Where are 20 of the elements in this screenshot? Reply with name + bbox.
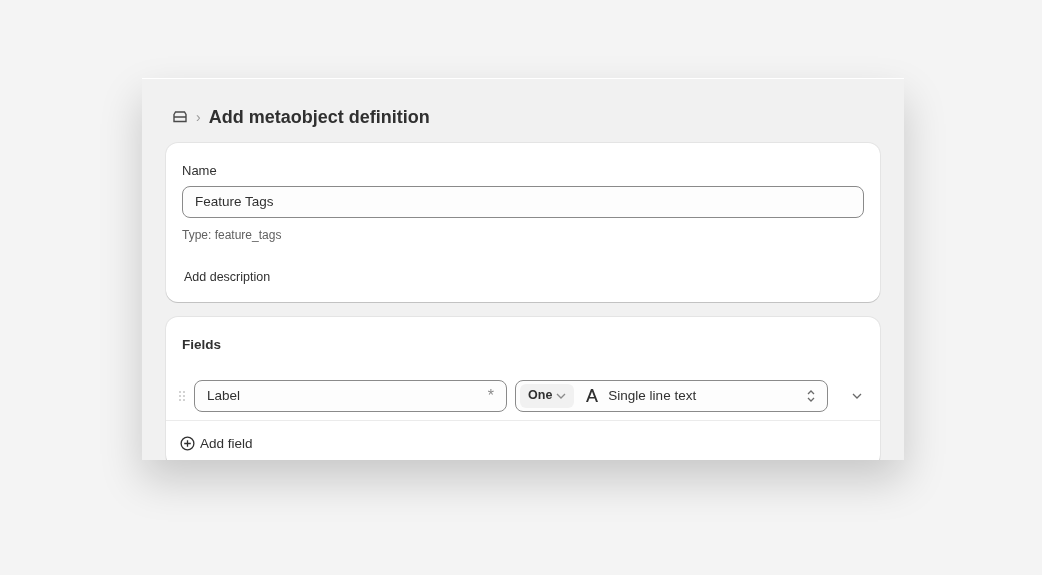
required-mark: *: [487, 385, 495, 406]
drag-handle-icon[interactable]: [178, 389, 186, 402]
fields-heading: Fields: [181, 335, 222, 354]
field-type-text: Single line text: [608, 386, 698, 405]
page-title: Add metaobject definition: [208, 105, 430, 129]
field-name-input[interactable]: Label *: [193, 379, 508, 412]
breadcrumb-separator: ›: [196, 108, 201, 127]
plus-circle-icon: [180, 436, 195, 452]
name-input-field[interactable]: Feature Tags: [182, 185, 864, 218]
inbox-icon[interactable]: [172, 110, 188, 124]
add-field-button[interactable]: Add field: [166, 420, 267, 460]
chevron-icon: [852, 392, 862, 399]
chevron-down-icon: [556, 392, 567, 399]
field-type-select[interactable]: One Single line text: [515, 379, 829, 412]
select-arrows-icon: [807, 388, 816, 403]
add-description-button[interactable]: Add description: [184, 267, 271, 287]
field-label: Name: [182, 162, 218, 180]
text-type-icon: [586, 389, 599, 403]
type-hint: Type: feature_tags: [182, 226, 283, 244]
cardinality-select[interactable]: One: [520, 383, 575, 408]
